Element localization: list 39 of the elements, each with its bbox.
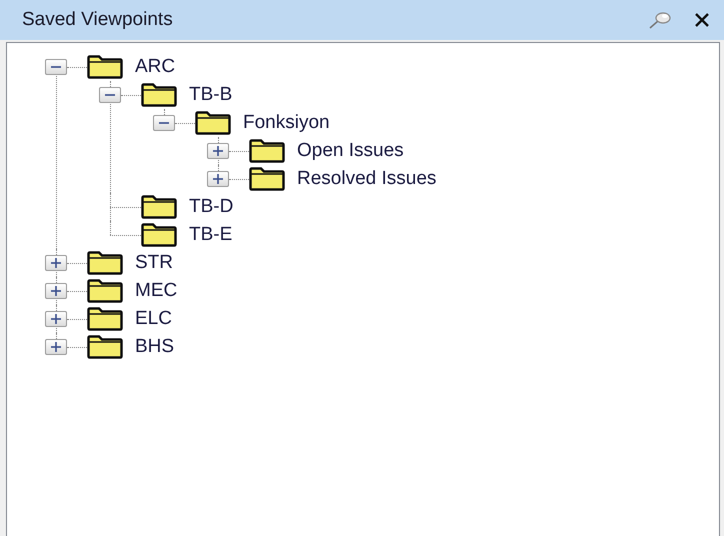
- expand-button[interactable]: [45, 283, 67, 299]
- close-icon[interactable]: [694, 12, 710, 28]
- folder-icon: [249, 139, 285, 163]
- plus-icon: [51, 258, 61, 268]
- expand-button[interactable]: [45, 255, 67, 271]
- tree-item-label[interactable]: Fonksiyon: [243, 112, 330, 134]
- tree-item-label[interactable]: ELC: [135, 308, 172, 330]
- tree-item-label[interactable]: Open Issues: [297, 140, 404, 162]
- plus-icon: [51, 342, 61, 352]
- folder-icon: [87, 279, 123, 303]
- collapse-button[interactable]: [45, 59, 67, 75]
- tree-item-label[interactable]: MEC: [135, 280, 178, 302]
- folder-icon: [87, 335, 123, 359]
- panel-title: Saved Viewpoints: [22, 9, 174, 31]
- plus-icon: [51, 314, 61, 324]
- folder-icon: [87, 307, 123, 331]
- expand-button[interactable]: [207, 143, 229, 159]
- folder-icon: [87, 251, 123, 275]
- collapse-button[interactable]: [153, 115, 175, 131]
- expand-button[interactable]: [207, 171, 229, 187]
- tree-item-label[interactable]: Resolved Issues: [297, 168, 436, 190]
- tree-item-label[interactable]: TB-D: [189, 196, 234, 218]
- tree-item-label[interactable]: TB-B: [189, 84, 232, 106]
- plus-icon: [51, 286, 61, 296]
- tree-item-label[interactable]: BHS: [135, 336, 174, 358]
- expand-button[interactable]: [45, 339, 67, 355]
- plus-icon: [213, 146, 223, 156]
- plus-icon: [213, 174, 223, 184]
- tree-item-label[interactable]: TB-E: [189, 224, 232, 246]
- collapse-button[interactable]: [99, 87, 121, 103]
- folder-icon: [141, 223, 177, 247]
- folder-icon: [195, 111, 231, 135]
- tree-item-label[interactable]: STR: [135, 252, 173, 274]
- folder-icon: [87, 55, 123, 79]
- expand-button[interactable]: [45, 311, 67, 327]
- tree-item-label[interactable]: ARC: [135, 56, 176, 78]
- folder-icon: [141, 83, 177, 107]
- folder-icon: [249, 167, 285, 191]
- folder-icon: [141, 195, 177, 219]
